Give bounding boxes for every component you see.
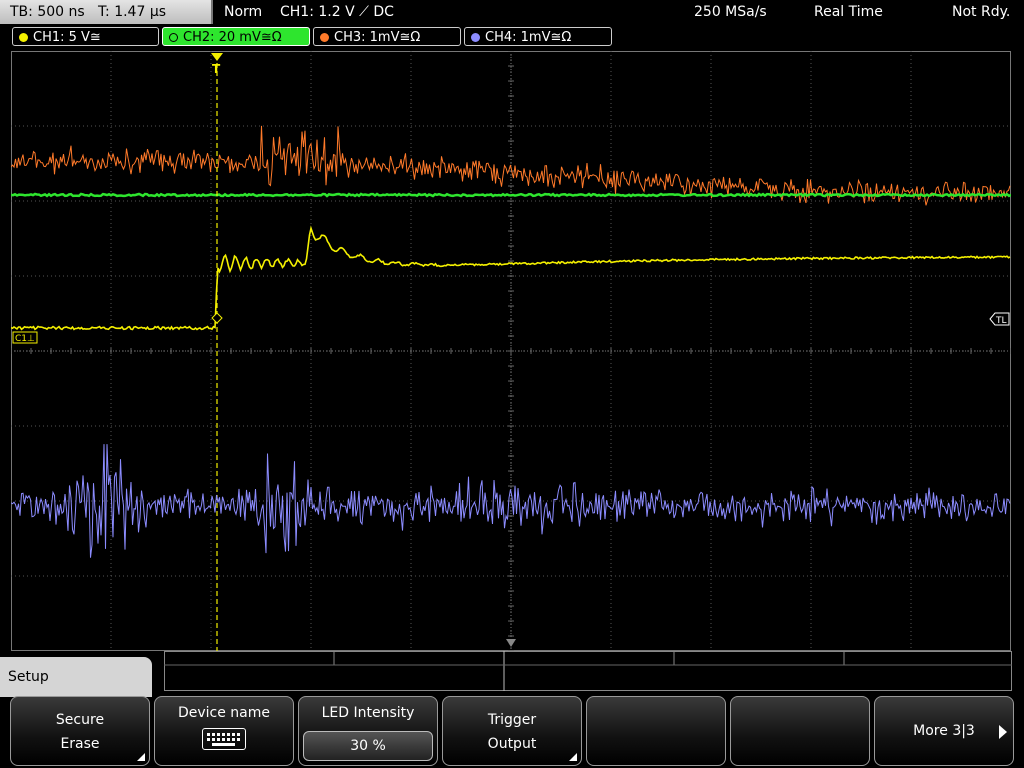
trigger-readout[interactable]: CH1: 1.2 V ⟋ DC <box>280 0 394 24</box>
timebase-readout[interactable]: TB: 500 ns T: 1.47 µs <box>0 0 213 24</box>
softkey-label: Erase <box>60 736 100 752</box>
trigger-position-marker: T <box>211 53 223 76</box>
softkey-empty-5[interactable] <box>586 696 726 766</box>
acquisition-mode[interactable]: Norm <box>224 0 262 24</box>
ch1-ref-label: C1⊥ <box>15 334 35 344</box>
ch2-trace <box>11 192 1011 198</box>
menu-info-bar <box>164 651 1012 691</box>
trigger-position-label: T <box>212 62 221 76</box>
menu-title-tab: Setup <box>0 657 152 697</box>
more-button[interactable]: More 3|3 <box>874 696 1014 766</box>
channel-label: CH1: 5 V≅ <box>33 30 101 45</box>
channel-tab-ch4[interactable]: CH4: 1mV≅Ω <box>464 27 612 46</box>
channel-tab-ch2[interactable]: CH2: 20 mV≅Ω <box>162 27 310 46</box>
channel-tabs: CH1: 5 V≅ CH2: 20 mV≅Ω CH3: 1mV≅Ω CH4: 1… <box>0 26 1024 48</box>
ch3-color-icon <box>320 33 329 42</box>
softkey-label: More 3|3 <box>913 723 975 739</box>
ch1-ref-marker: C1⊥ <box>12 331 38 344</box>
arrow-right-icon <box>999 725 1007 739</box>
softkey-label: Secure <box>55 712 105 728</box>
channel-label: CH3: 1mV≅Ω <box>334 30 421 45</box>
trigger-output-button[interactable]: Trigger Output <box>442 696 582 766</box>
submenu-corner-icon <box>569 753 577 761</box>
channel-label: CH4: 1mV≅Ω <box>485 30 572 45</box>
channel-label: CH2: 20 mV≅Ω <box>183 30 282 45</box>
horizontal-center-marker <box>506 639 516 647</box>
waveform-canvas: C1⊥ TL T <box>11 51 1011 651</box>
ch2-color-icon <box>169 33 178 42</box>
trigger-level-label: TL <box>995 316 1007 326</box>
channel-tab-ch3[interactable]: CH3: 1mV≅Ω <box>313 27 461 46</box>
softkey-label: Trigger <box>487 712 537 728</box>
led-intensity-button[interactable]: LED Intensity 30 % <box>298 696 438 766</box>
sample-rate: 250 MSa/s <box>694 4 767 20</box>
status-bar: TB: 500 ns T: 1.47 µs Norm CH1: 1.2 V ⟋ … <box>0 0 1024 24</box>
channel-tab-ch1[interactable]: CH1: 5 V≅ <box>12 27 159 46</box>
trigger-point-marker <box>211 312 223 324</box>
device-name-button[interactable]: Device name <box>154 696 294 766</box>
trigger-level-marker: TL <box>989 312 1010 326</box>
softkey-label: LED Intensity <box>321 705 415 721</box>
submenu-corner-icon <box>137 753 145 761</box>
acquisition-type: Real Time <box>814 4 883 20</box>
waveform-display[interactable]: C1⊥ TL T <box>11 51 1011 651</box>
softkey-label: Device name <box>177 705 271 721</box>
graticule <box>11 51 1011 651</box>
ch1-color-icon <box>19 33 28 42</box>
secure-erase-button[interactable]: Secure Erase <box>10 696 150 766</box>
ch4-color-icon <box>471 33 480 42</box>
keyboard-icon <box>202 728 246 750</box>
softkey-empty-6[interactable] <box>730 696 870 766</box>
softkey-bar: Secure Erase Device name LED Intensity 3… <box>0 696 1024 768</box>
led-intensity-value[interactable]: 30 % <box>303 731 433 761</box>
run-state: Not Rdy. <box>952 4 1011 20</box>
softkey-label: Output <box>487 736 537 752</box>
